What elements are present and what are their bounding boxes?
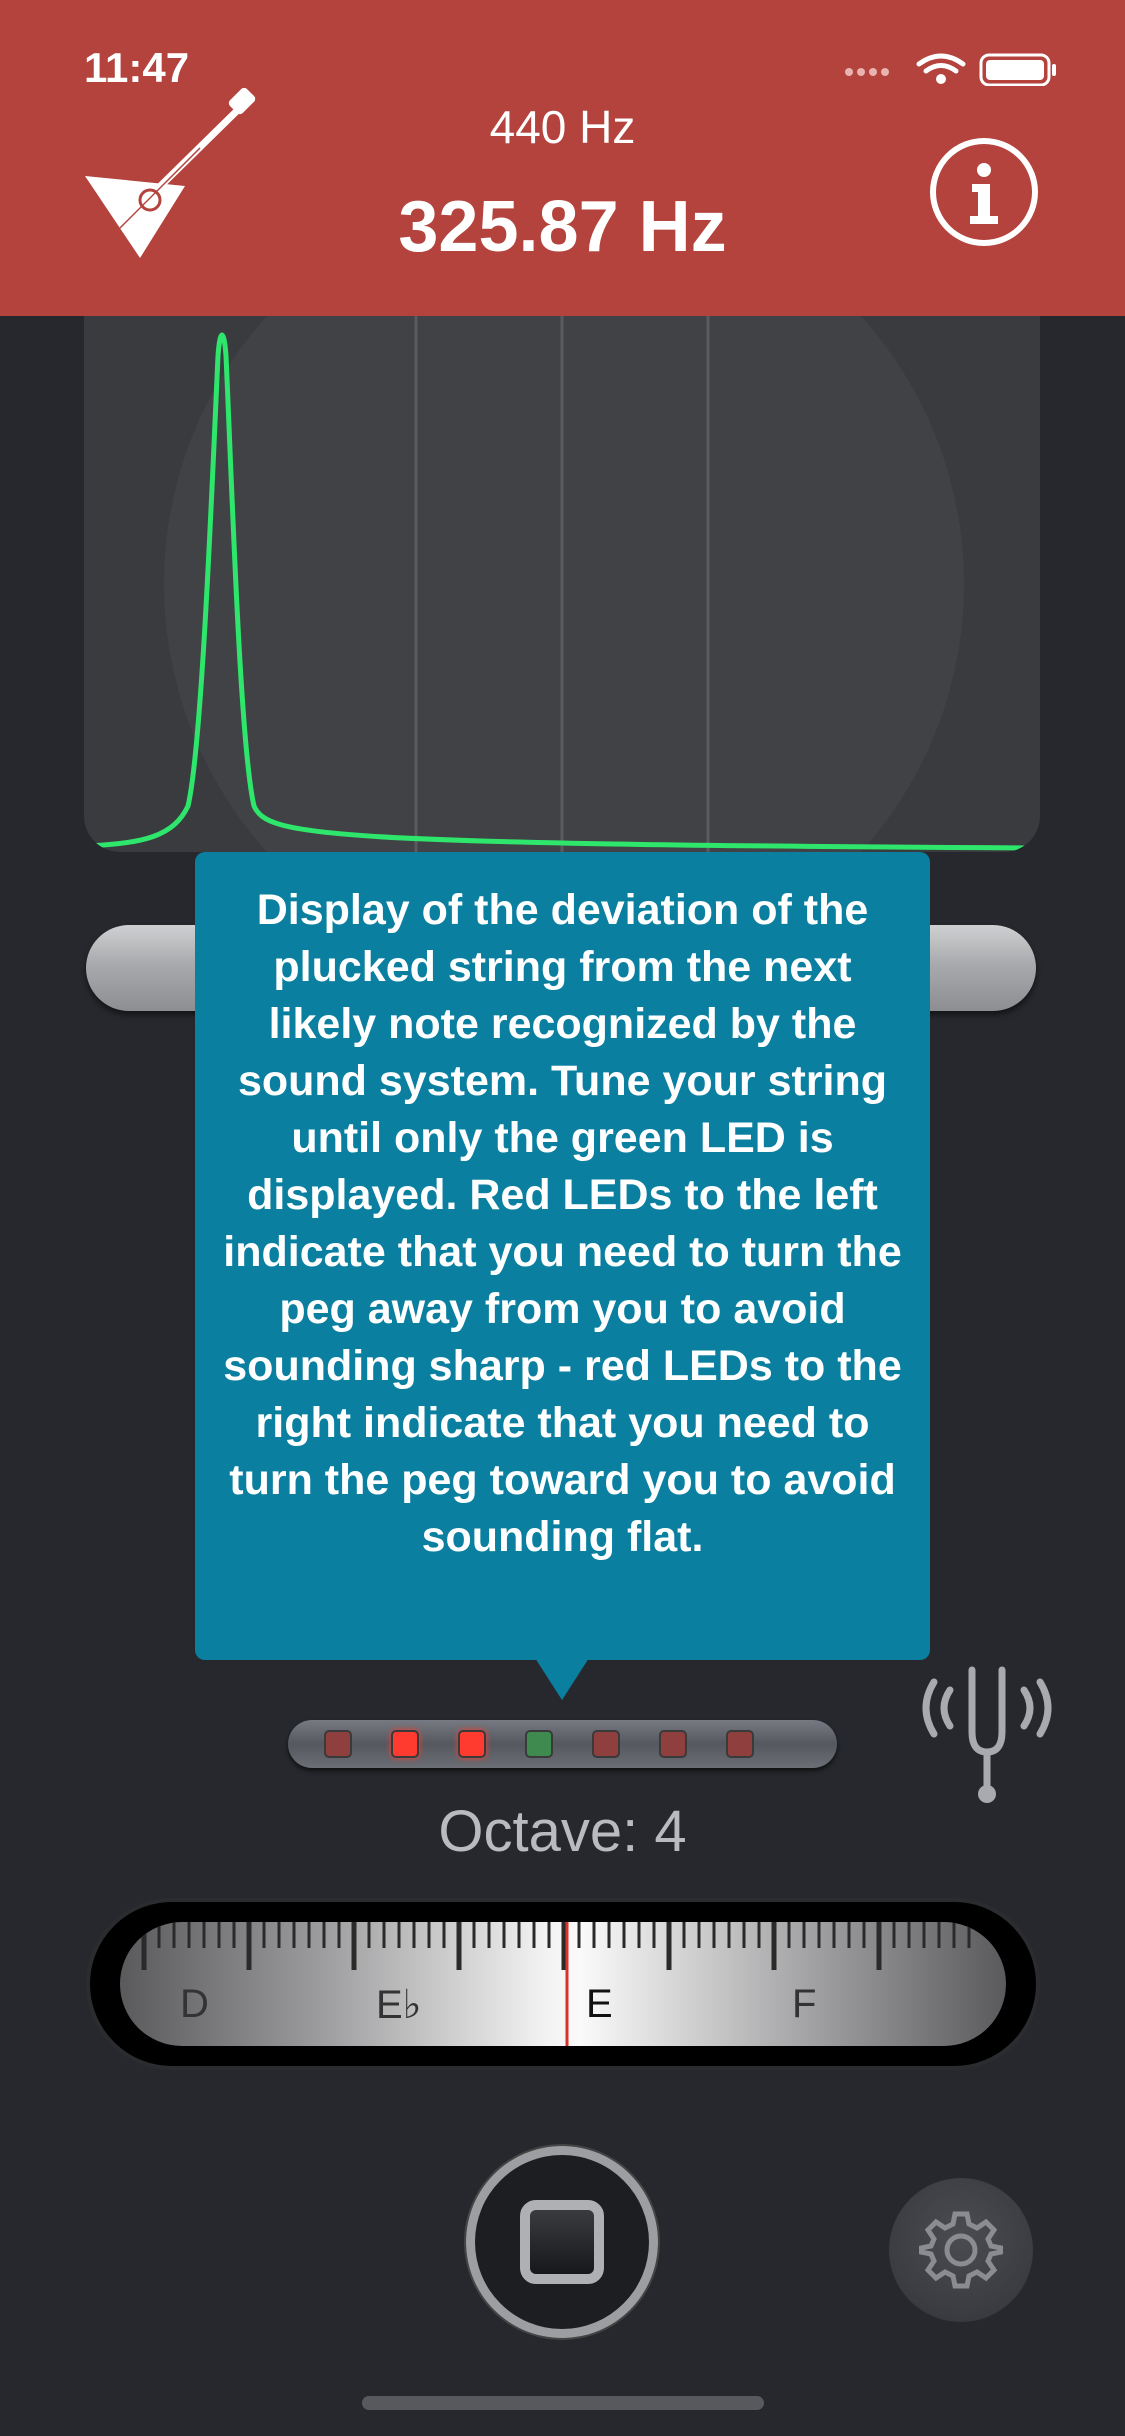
wifi-icon: [916, 53, 966, 74]
octave-label: Octave: 4: [438, 1799, 687, 1864]
battery-icon: [979, 53, 1056, 86]
stop-button[interactable]: [466, 2146, 658, 2338]
note-scale-track: D E♭ E F: [120, 1922, 1006, 2046]
led-5: [592, 1730, 620, 1758]
led-1: [324, 1730, 352, 1758]
spectrum-display: [84, 316, 1040, 852]
note-scale: D E♭ E F: [86, 1898, 1040, 2070]
home-indicator[interactable]: [362, 2396, 764, 2410]
info-icon: [970, 163, 998, 224]
status-icons: [845, 53, 1056, 86]
stop-icon: [520, 2200, 604, 2284]
led-4: [525, 1730, 553, 1758]
scale-ticks: [141, 1922, 971, 2046]
note-label-f: F: [792, 1982, 817, 2026]
led-6: [659, 1730, 687, 1758]
settings-button[interactable]: [889, 2178, 1033, 2322]
led-indicator-strip: [288, 1720, 837, 1768]
gear-icon: [919, 2211, 1003, 2289]
tuning-fork-icon[interactable]: [918, 1660, 1056, 1806]
info-button[interactable]: [930, 138, 1038, 246]
note-label-e-flat: E♭: [376, 1983, 422, 2027]
tooltip-pointer: [535, 1658, 589, 1700]
header-bar: 11:47 440 Hz 325.87 Hz: [0, 0, 1125, 316]
note-label-d: D: [180, 1982, 209, 2026]
led-2: [391, 1730, 419, 1758]
note-label-e: E: [586, 1982, 613, 2026]
led-7: [726, 1730, 754, 1758]
tooltip-text: Display of the deviation of the plucked …: [223, 886, 902, 1561]
led-3: [458, 1730, 486, 1758]
status-time: 11:47: [84, 44, 190, 91]
help-tooltip[interactable]: Display of the deviation of the plucked …: [195, 852, 930, 1660]
